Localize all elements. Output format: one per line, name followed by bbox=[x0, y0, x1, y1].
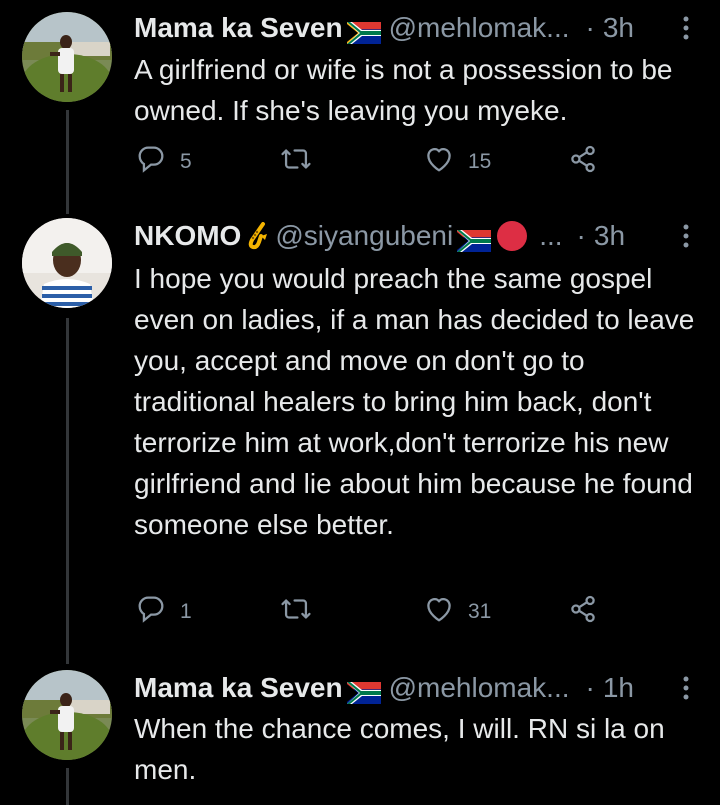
avatar[interactable] bbox=[22, 12, 112, 102]
avatar[interactable] bbox=[22, 218, 112, 308]
like-button[interactable]: 31 bbox=[422, 592, 491, 632]
tweet[interactable]: NKOMO @siyangubeni ... · 3h I hope you w… bbox=[0, 210, 720, 660]
reply-button[interactable]: 5 bbox=[134, 142, 192, 182]
retweet-button[interactable] bbox=[279, 142, 325, 182]
tweet-actions: 1 31 bbox=[134, 592, 614, 632]
tweet[interactable]: Mama ka Seven @mehlomak... · 1h When the… bbox=[0, 664, 720, 805]
tweet-actions: 5 15 bbox=[134, 142, 614, 182]
south-africa-flag-icon bbox=[457, 225, 492, 252]
tweet-header: Mama ka Seven @mehlomak... · 3h bbox=[134, 10, 690, 46]
separator-dot: · bbox=[576, 220, 586, 251]
timestamp[interactable]: 1h bbox=[603, 670, 634, 706]
separator-dot: · bbox=[585, 672, 595, 703]
retweet-button[interactable] bbox=[279, 592, 325, 632]
more-vertical-icon[interactable] bbox=[682, 674, 690, 710]
reply-icon bbox=[134, 592, 168, 632]
avatar-photo bbox=[22, 12, 112, 102]
avatar-photo bbox=[22, 670, 112, 760]
timestamp[interactable]: 3h bbox=[594, 218, 625, 254]
reply-count: 5 bbox=[180, 150, 192, 173]
author-handle[interactable]: @mehlomak... bbox=[389, 670, 570, 706]
author-name[interactable]: Mama ka Seven bbox=[134, 670, 343, 706]
avatar[interactable] bbox=[22, 670, 112, 760]
share-icon bbox=[566, 592, 600, 632]
like-button[interactable]: 15 bbox=[422, 142, 491, 182]
more-vertical-icon[interactable] bbox=[682, 222, 690, 258]
name-overflow-ellipsis: ... bbox=[539, 220, 563, 251]
tweet-header: Mama ka Seven @mehlomak... · 1h bbox=[134, 670, 690, 706]
heart-icon bbox=[422, 142, 456, 182]
timestamp[interactable]: 3h bbox=[603, 10, 634, 46]
author-handle[interactable]: @siyangubeni bbox=[275, 218, 453, 254]
separator-dot: · bbox=[585, 12, 595, 43]
like-count: 31 bbox=[468, 600, 492, 623]
reply-icon bbox=[134, 142, 168, 182]
author-name[interactable]: Mama ka Seven bbox=[134, 10, 343, 46]
reply-button[interactable]: 1 bbox=[134, 592, 192, 632]
tweet-text: A girlfriend or wife is not a possession… bbox=[134, 54, 673, 126]
retweet-icon bbox=[279, 142, 313, 182]
share-button[interactable] bbox=[566, 142, 600, 182]
heart-icon bbox=[422, 592, 456, 632]
tweet-text: I hope you would preach the same gospel … bbox=[134, 263, 695, 540]
share-icon bbox=[566, 142, 600, 182]
avatar-photo bbox=[22, 218, 112, 308]
author-handle[interactable]: @mehlomak... bbox=[389, 10, 570, 46]
reply-count: 1 bbox=[180, 600, 192, 623]
red-circle-icon bbox=[497, 221, 528, 251]
south-africa-flag-icon bbox=[346, 17, 381, 44]
retweet-icon bbox=[279, 592, 313, 632]
author-name[interactable]: NKOMO bbox=[134, 218, 241, 254]
more-vertical-icon[interactable] bbox=[682, 14, 690, 50]
saxophone-icon bbox=[243, 222, 269, 250]
south-africa-flag-icon bbox=[346, 677, 381, 704]
tweet[interactable]: Mama ka Seven @mehlomak... · 3h A girlfr… bbox=[0, 0, 720, 200]
like-count: 15 bbox=[468, 150, 492, 173]
tweet-header: NKOMO @siyangubeni ... · 3h bbox=[134, 218, 690, 254]
share-button[interactable] bbox=[566, 592, 600, 632]
tweet-text: When the chance comes, I will. RN si la … bbox=[134, 713, 665, 785]
